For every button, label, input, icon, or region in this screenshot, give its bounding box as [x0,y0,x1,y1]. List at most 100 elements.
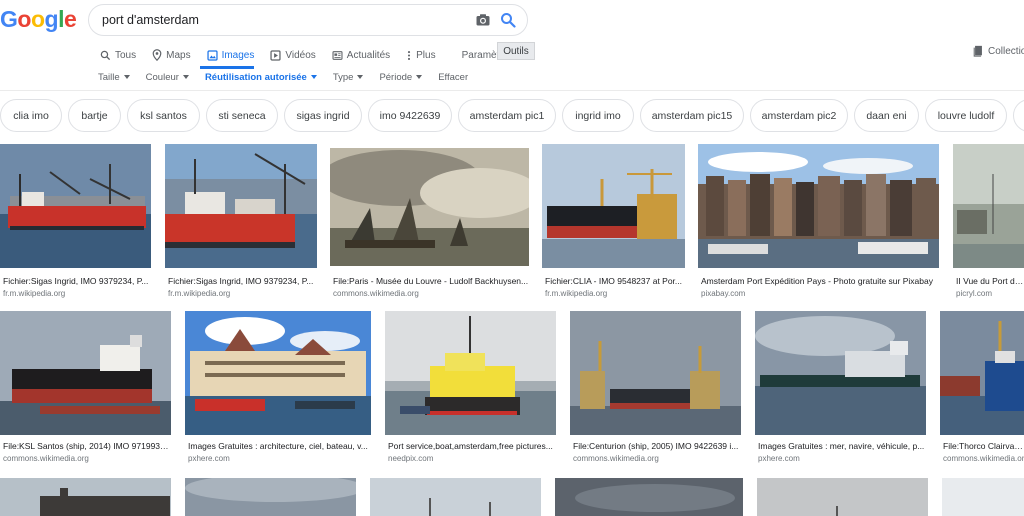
tab-videos[interactable]: Vidéos [270,46,316,64]
result-title[interactable]: File:KSL Santos (ship, 2014) IMO 9719939… [3,441,171,451]
chip[interactable]: bartje [68,99,121,132]
chevron-down-icon [416,75,423,79]
result-source: pxhere.com [188,454,230,463]
chevron-down-icon [357,75,364,79]
result-thumbnail[interactable] [542,144,685,268]
result-source: fr.m.wikipedia.org [3,289,66,298]
filter-label: Période [379,71,413,83]
bookmark-collection-icon [973,45,982,57]
logo-letter: e [63,6,77,32]
header-divider [0,90,1024,91]
tab-label: Maps [166,49,191,61]
result-source: picryl.com [956,289,993,298]
result-thumbnail[interactable] [0,144,151,268]
result-thumbnail[interactable] [570,311,741,435]
result-title[interactable]: Fichier:CLIA - IMO 9548237 at Por... [545,276,685,286]
tools-filter-bar: Taille Couleur Réutilisation autorisée T… [98,70,484,84]
chip[interactable]: louvre ludolf [925,99,1007,132]
filter-reutilisation[interactable]: Réutilisation autorisée [205,72,317,83]
filter-label: Couleur [145,71,179,83]
filter-label: Effacer [438,71,469,83]
active-tab-indicator [200,66,254,69]
tab-label: Actualités [346,49,391,61]
result-thumbnail[interactable] [330,148,529,266]
result-title[interactable]: II Vue du Port d'Amsterdam [956,276,1024,286]
logo-letter: g [44,6,59,32]
chip[interactable]: amsterdam pic2 [750,99,848,132]
tab-maps[interactable]: Maps [152,46,191,64]
result-title[interactable]: Amsterdam Port Expédition Pays - Photo g… [701,276,939,286]
result-title[interactable]: Fichier:Sigas Ingrid, IMO 9379234, P... [3,276,151,286]
search-tabs: Tous Maps Images Vidéos Actualités Plus … [100,44,529,66]
chip[interactable]: imo 9422639 [368,99,452,132]
chip[interactable]: sigas ingrid [284,99,362,132]
result-thumbnail[interactable] [757,478,928,516]
collections-link[interactable]: Collections [973,45,1024,57]
related-searches-chips: clia imo bartje ksl santos sti seneca si… [0,99,1024,133]
filter-effacer[interactable]: Effacer [438,72,468,83]
result-source: commons.wikimedia.org [573,454,659,463]
chip[interactable] [1013,99,1024,132]
chip[interactable]: ksl santos [127,99,200,132]
logo-letter: G [0,6,18,32]
search-icon[interactable] [500,12,516,28]
result-source: pixabay.com [701,289,746,298]
chip[interactable]: sti seneca [206,99,278,132]
tab-plus[interactable]: Plus [406,46,436,64]
chip[interactable]: amsterdam pic15 [640,99,744,132]
result-title[interactable]: File:Paris - Musée du Louvre - Ludolf Ba… [333,276,529,286]
chip[interactable]: ingrid imo [562,99,634,132]
result-title[interactable]: Fichier:Sigas Ingrid, IMO 9379234, P... [168,276,316,286]
filter-taille[interactable]: Taille [98,72,130,83]
result-thumbnail[interactable] [940,311,1024,435]
tab-label: Vidéos [285,49,316,61]
result-thumbnail[interactable] [942,478,1024,516]
search-icon [100,50,111,60]
result-thumbnail[interactable] [165,144,317,268]
result-thumbnail[interactable] [185,311,371,435]
result-source: commons.wikimedia.org [943,454,1024,463]
result-thumbnail[interactable] [953,144,1024,268]
result-title[interactable]: Port service,boat,amsterdam,free picture… [388,441,556,451]
result-title[interactable]: Images Gratuites : mer, navire, véhicule… [758,441,926,451]
result-source: fr.m.wikipedia.org [168,289,231,298]
filter-label: Type [332,71,354,83]
chip[interactable]: amsterdam pic1 [458,99,556,132]
chip[interactable]: daan eni [854,99,919,132]
chevron-down-icon [123,75,130,79]
video-icon [270,49,281,61]
result-source: needpix.com [388,454,434,463]
tab-images[interactable]: Images [206,46,254,64]
result-title[interactable]: File:Thorco Clairvaux, IMO [943,441,1024,451]
result-source: commons.wikimedia.org [3,454,89,463]
result-thumbnail[interactable] [698,144,939,268]
result-thumbnail[interactable] [0,311,171,435]
search-query[interactable]: port d'amsterdam [102,13,199,27]
logo-letter: o [30,6,45,32]
result-thumbnail[interactable] [755,311,926,435]
camera-icon[interactable] [475,12,491,28]
result-title[interactable]: File:Centurion (ship, 2005) IMO 9422639 … [573,441,741,451]
result-thumbnail[interactable] [385,311,556,435]
tab-label: Tous [115,49,137,61]
result-source: pxhere.com [758,454,800,463]
result-thumbnail[interactable] [370,478,541,516]
search-input[interactable]: port d'amsterdam [88,4,528,36]
result-title[interactable]: Images Gratuites : architecture, ciel, b… [188,441,371,451]
result-thumbnail[interactable] [0,478,171,516]
map-pin-icon [152,49,162,61]
chip[interactable]: clia imo [0,99,62,132]
tab-actualites[interactable]: Actualités [332,46,390,64]
tools-button[interactable]: Outils [497,42,535,60]
google-logo[interactable]: Google [0,6,77,33]
chevron-down-icon [310,75,317,79]
result-thumbnail[interactable] [555,478,743,516]
tab-tous[interactable]: Tous [100,46,136,64]
filter-type[interactable]: Type [333,72,364,83]
filter-couleur[interactable]: Couleur [146,72,189,83]
result-thumbnail[interactable] [185,478,356,516]
chevron-down-icon [182,75,189,79]
filter-label: Réutilisation autorisée [204,71,307,83]
logo-letter: o [17,6,31,32]
filter-periode[interactable]: Période [379,71,423,83]
